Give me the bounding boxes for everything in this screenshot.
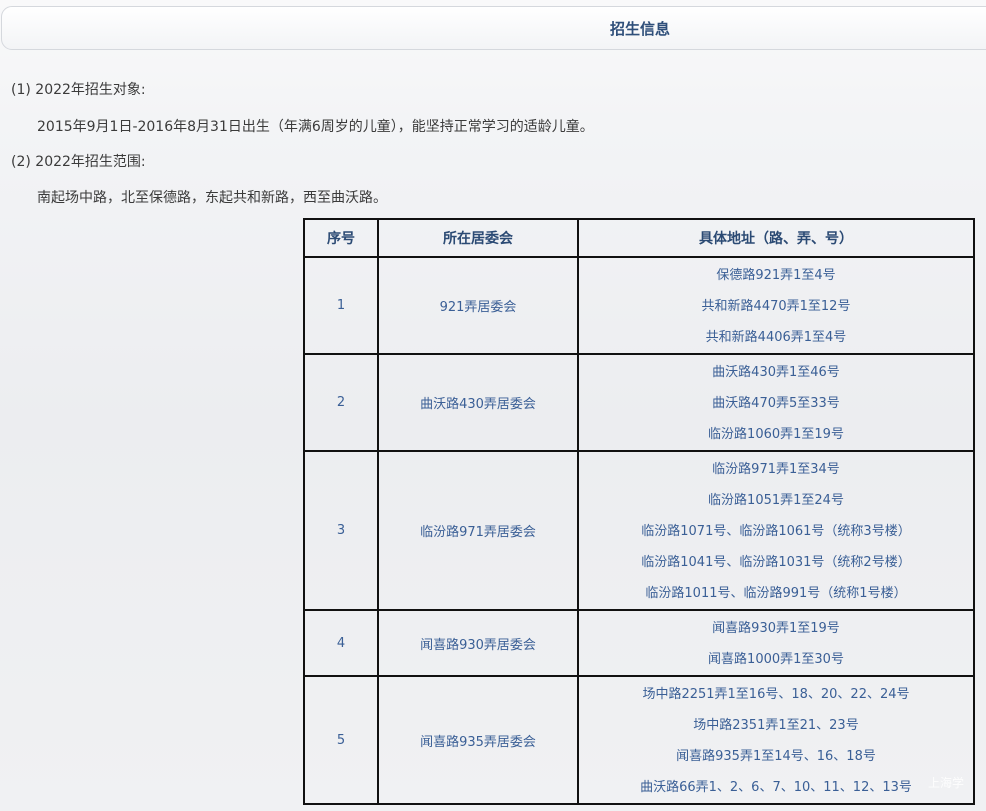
enrollment-scope-text: 南起场中路，北至保德路，东起共和新路，西至曲沃路。	[37, 190, 387, 206]
enrollment-target-heading: (1) 2022年招生对象:	[11, 82, 146, 98]
row-number: 1	[303, 256, 379, 355]
address-line: 临汾路1060弄1至19号	[708, 427, 844, 442]
committee-name: 曲沃路430弄居委会	[377, 353, 579, 452]
address-line: 曲沃路66弄1、2、6、7、10、11、12、13号	[640, 780, 912, 795]
column-header-committee: 所在居委会	[377, 218, 579, 258]
address-line: 场中路2351弄1至21、23号	[693, 718, 859, 733]
committee-name: 921弄居委会	[377, 256, 579, 355]
address-cell: 曲沃路430弄1至46号 曲沃路470弄5至33号 临汾路1060弄1至19号	[577, 353, 975, 452]
address-line: 闻喜路930弄1至19号	[712, 621, 840, 636]
address-line: 临汾路971弄1至34号	[712, 462, 840, 477]
table-row: 3 临汾路971弄居委会 临汾路971弄1至34号 临汾路1051弄1至24号 …	[303, 450, 975, 611]
page-title: 招生信息	[609, 20, 670, 38]
address-line: 闻喜路935弄1至14号、16、18号	[676, 749, 876, 764]
address-line: 曲沃路470弄5至33号	[712, 396, 840, 411]
enrollment-scope-heading: (2) 2022年招生范围:	[11, 154, 146, 170]
enrollment-area-table: 序号 所在居委会 具体地址（路、弄、号） 1 921弄居委会 保德路921弄1至…	[303, 218, 975, 805]
address-line: 场中路2251弄1至16号、18、20、22、24号	[642, 687, 910, 702]
enrollment-target-text: 2015年9月1日-2016年8月31日出生（年满6周岁的儿童），能坚持正常学习…	[37, 119, 594, 135]
row-number: 4	[303, 609, 379, 677]
address-line: 曲沃路430弄1至46号	[712, 365, 840, 380]
address-line: 共和新路4470弄1至12号	[701, 299, 851, 314]
table-row: 4 闻喜路930弄居委会 闻喜路930弄1至19号 闻喜路1000弄1至30号	[303, 609, 975, 677]
address-cell: 保德路921弄1至4号 共和新路4470弄1至12号 共和新路4406弄1至4号	[577, 256, 975, 355]
address-line: 临汾路1011号、临汾路991号（统称1号楼）	[645, 586, 907, 601]
address-line: 临汾路1071号、临汾路1061号（统称3号楼）	[641, 524, 911, 539]
address-line: 闻喜路1000弄1至30号	[708, 652, 844, 667]
address-line: 临汾路1041号、临汾路1031号（统称2号楼）	[641, 555, 911, 570]
address-cell: 闻喜路930弄1至19号 闻喜路1000弄1至30号	[577, 609, 975, 677]
address-line: 共和新路4406弄1至4号	[705, 330, 847, 345]
address-line: 保德路921弄1至4号	[716, 268, 836, 283]
column-header-number: 序号	[303, 218, 379, 258]
address-cell: 场中路2251弄1至16号、18、20、22、24号 场中路2351弄1至21、…	[577, 675, 975, 805]
committee-name: 闻喜路935弄居委会	[377, 675, 579, 805]
row-number: 2	[303, 353, 379, 452]
address-line: 临汾路1051弄1至24号	[708, 493, 844, 508]
address-cell: 临汾路971弄1至34号 临汾路1051弄1至24号 临汾路1071号、临汾路1…	[577, 450, 975, 611]
committee-name: 临汾路971弄居委会	[377, 450, 579, 611]
table-row: 2 曲沃路430弄居委会 曲沃路430弄1至46号 曲沃路470弄5至33号 临…	[303, 353, 975, 452]
row-number: 3	[303, 450, 379, 611]
table-row: 5 闻喜路935弄居委会 场中路2251弄1至16号、18、20、22、24号 …	[303, 675, 975, 805]
table-row: 1 921弄居委会 保德路921弄1至4号 共和新路4470弄1至12号 共和新…	[303, 256, 975, 355]
title-bar: 招生信息	[1, 6, 986, 50]
watermark-text: 上海学	[928, 776, 965, 790]
row-number: 5	[303, 675, 379, 805]
column-header-address: 具体地址（路、弄、号）	[577, 218, 975, 258]
table-header-row: 序号 所在居委会 具体地址（路、弄、号）	[303, 218, 975, 258]
committee-name: 闻喜路930弄居委会	[377, 609, 579, 677]
